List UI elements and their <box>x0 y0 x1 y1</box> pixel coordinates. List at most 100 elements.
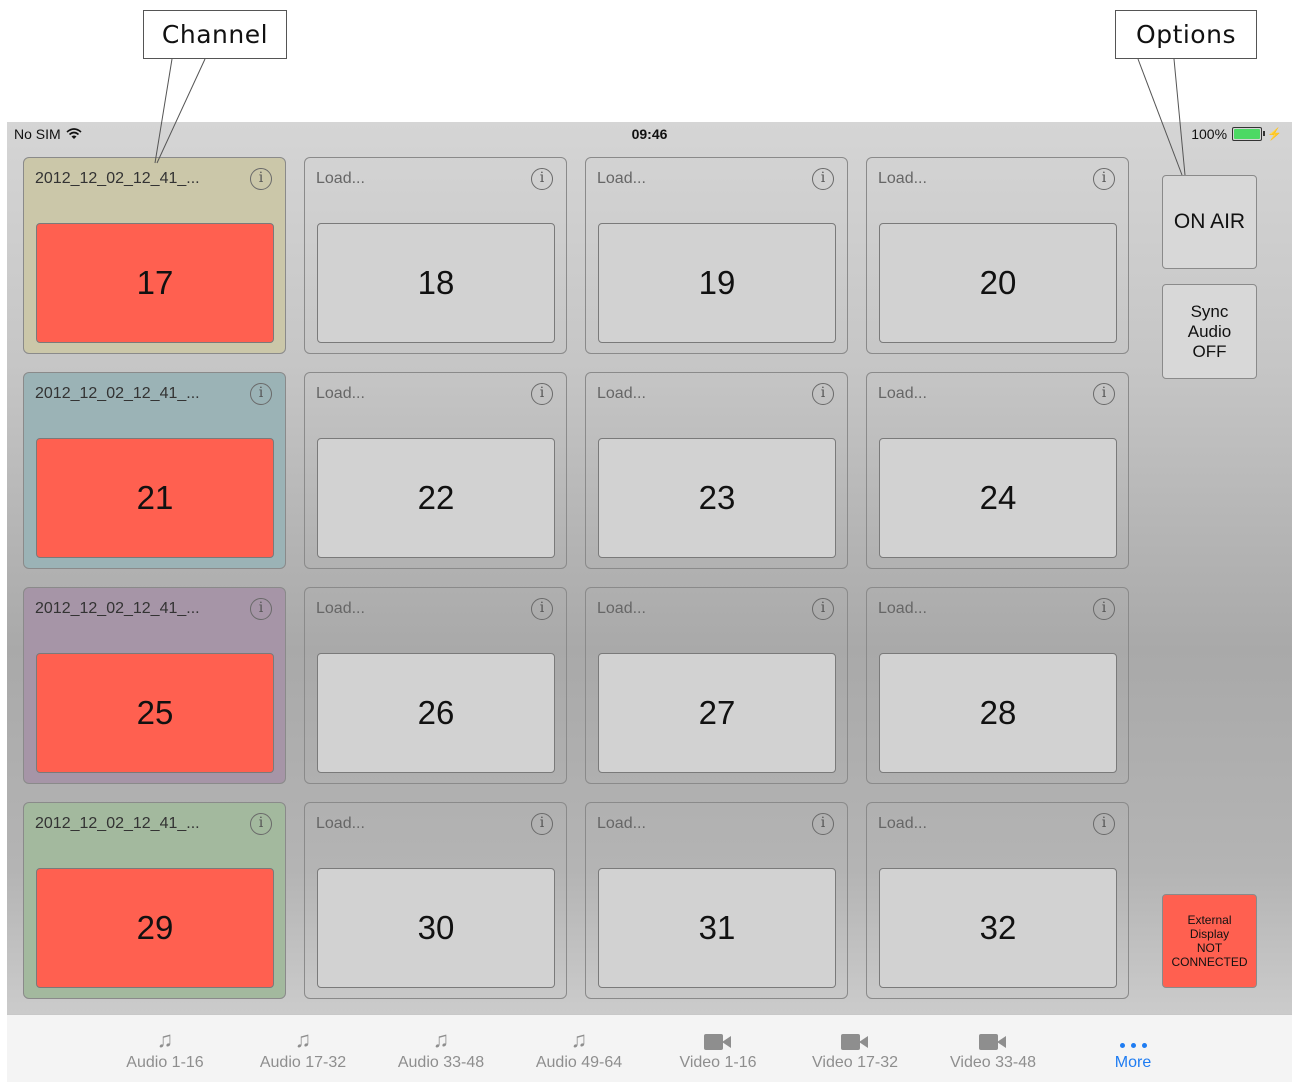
channel-tile: Load... i 20 <box>866 157 1129 354</box>
channel-play-button[interactable]: 19 <box>598 223 836 343</box>
channel-play-button[interactable]: 24 <box>879 438 1117 558</box>
channel-title[interactable]: Load... <box>316 170 365 188</box>
info-icon[interactable]: i <box>250 383 272 405</box>
channel-title[interactable]: 2012_12_02_12_41_... <box>35 385 200 403</box>
info-icon[interactable]: i <box>531 813 553 835</box>
channel-title[interactable]: 2012_12_02_12_41_... <box>35 600 200 618</box>
channel-play-button[interactable]: 25 <box>36 653 274 773</box>
video-camera-icon <box>933 1023 1053 1053</box>
channel-play-button[interactable]: 18 <box>317 223 555 343</box>
info-icon[interactable]: i <box>531 383 553 405</box>
channel-title[interactable]: Load... <box>878 170 927 188</box>
channel-play-button[interactable]: 32 <box>879 868 1117 988</box>
channel-tile: Load... i 26 <box>304 587 567 784</box>
tab-label: Audio 49-64 <box>535 1054 623 1071</box>
channel-title[interactable]: Load... <box>878 385 927 403</box>
tab-label: More <box>1114 1054 1152 1071</box>
channel-tile: Load... i 30 <box>304 802 567 999</box>
options-callout: Options <box>1115 10 1257 59</box>
info-icon[interactable]: i <box>531 168 553 190</box>
channel-title[interactable]: Load... <box>316 600 365 618</box>
channel-tile: 2012_12_02_12_41_... i 17 <box>23 157 286 354</box>
channel-title[interactable]: 2012_12_02_12_41_... <box>35 815 200 833</box>
channel-tile: Load... i 22 <box>304 372 567 569</box>
channel-play-button[interactable]: 27 <box>598 653 836 773</box>
info-icon[interactable]: i <box>1093 168 1115 190</box>
info-icon[interactable]: i <box>1093 598 1115 620</box>
channel-tile: 2012_12_02_12_41_... i 21 <box>23 372 286 569</box>
info-icon[interactable]: i <box>250 168 272 190</box>
channel-tile: 2012_12_02_12_41_... i 25 <box>23 587 286 784</box>
tab-video-33-48[interactable]: Video 33-48 <box>933 1015 1053 1082</box>
battery-percent: 100% <box>1191 126 1228 142</box>
channel-title[interactable]: Load... <box>597 385 646 403</box>
channel-tile: Load... i 27 <box>585 587 848 784</box>
tab-label: Video 1-16 <box>679 1054 757 1071</box>
channel-title[interactable]: Load... <box>878 815 927 833</box>
channel-play-button[interactable]: 21 <box>36 438 274 558</box>
channel-title[interactable]: Load... <box>597 815 646 833</box>
channel-play-button[interactable]: 23 <box>598 438 836 558</box>
info-icon[interactable]: i <box>812 598 834 620</box>
tab-audio-17-32[interactable]: ♫ Audio 17-32 <box>243 1015 363 1082</box>
tab-label: Video 33-48 <box>950 1054 1036 1071</box>
info-icon[interactable]: i <box>812 813 834 835</box>
channel-tile: Load... i 31 <box>585 802 848 999</box>
channel-play-button[interactable]: 26 <box>317 653 555 773</box>
tab-label: Audio 1-16 <box>126 1054 204 1071</box>
channel-play-button[interactable]: 22 <box>317 438 555 558</box>
channel-title[interactable]: Load... <box>316 385 365 403</box>
charging-icon: ⚡ <box>1267 127 1282 141</box>
channel-tile: Load... i 28 <box>866 587 1129 784</box>
info-icon[interactable]: i <box>812 383 834 405</box>
channel-title[interactable]: Load... <box>597 600 646 618</box>
channel-play-button[interactable]: 28 <box>879 653 1117 773</box>
music-note-icon: ♫ <box>156 1027 174 1052</box>
channel-play-button[interactable]: 20 <box>879 223 1117 343</box>
channel-title[interactable]: Load... <box>597 170 646 188</box>
channel-tile: Load... i 32 <box>866 802 1129 999</box>
tab-label: Audio 33-48 <box>397 1054 485 1071</box>
channel-tile: Load... i 19 <box>585 157 848 354</box>
battery-icon <box>1232 127 1266 141</box>
video-camera-icon <box>658 1023 778 1053</box>
status-bar: No SIM 09:46 100% ⚡ <box>7 122 1292 146</box>
music-note-icon: ♫ <box>570 1027 588 1052</box>
channel-tile: Load... i 24 <box>866 372 1129 569</box>
tab-more[interactable]: More <box>1073 1015 1193 1082</box>
sync-audio-button[interactable]: Sync Audio OFF <box>1162 284 1257 379</box>
music-note-icon: ♫ <box>294 1027 312 1052</box>
channel-title[interactable]: Load... <box>878 600 927 618</box>
more-icon <box>1073 1023 1193 1053</box>
info-icon[interactable]: i <box>812 168 834 190</box>
channel-play-button[interactable]: 30 <box>317 868 555 988</box>
clock: 09:46 <box>631 126 668 142</box>
tab-audio-1-16[interactable]: ♫ Audio 1-16 <box>105 1015 225 1082</box>
channel-tile: Load... i 23 <box>585 372 848 569</box>
tab-video-1-16[interactable]: Video 1-16 <box>658 1015 778 1082</box>
info-icon[interactable]: i <box>250 598 272 620</box>
info-icon[interactable]: i <box>531 598 553 620</box>
channel-callout: Channel <box>143 10 287 59</box>
channel-title[interactable]: Load... <box>316 815 365 833</box>
info-icon[interactable]: i <box>250 813 272 835</box>
info-icon[interactable]: i <box>1093 383 1115 405</box>
tab-video-17-32[interactable]: Video 17-32 <box>795 1015 915 1082</box>
video-camera-icon <box>795 1023 915 1053</box>
external-display-status: External Display NOT CONNECTED <box>1162 894 1257 988</box>
channel-tile: 2012_12_02_12_41_... i 29 <box>23 802 286 999</box>
channel-play-button[interactable]: 29 <box>36 868 274 988</box>
channel-play-button[interactable]: 17 <box>36 223 274 343</box>
tab-audio-49-64[interactable]: ♫ Audio 49-64 <box>519 1015 639 1082</box>
tab-label: Audio 17-32 <box>259 1054 347 1071</box>
tab-audio-33-48[interactable]: ♫ Audio 33-48 <box>381 1015 501 1082</box>
on-air-button[interactable]: ON AIR <box>1162 175 1257 269</box>
channel-play-button[interactable]: 31 <box>598 868 836 988</box>
channel-tile: Load... i 18 <box>304 157 567 354</box>
tab-label: Video 17-32 <box>812 1054 898 1071</box>
device-screen: No SIM 09:46 100% ⚡ 2012_12_02_12_41_...… <box>7 122 1292 1082</box>
tab-bar: ♫ Audio 1-16 ♫ Audio 17-32 ♫ Audio 33-48 ♫ Audi… <box>7 1014 1292 1082</box>
info-icon[interactable]: i <box>1093 813 1115 835</box>
channel-title[interactable]: 2012_12_02_12_41_... <box>35 170 200 188</box>
music-note-icon: ♫ <box>432 1027 450 1052</box>
